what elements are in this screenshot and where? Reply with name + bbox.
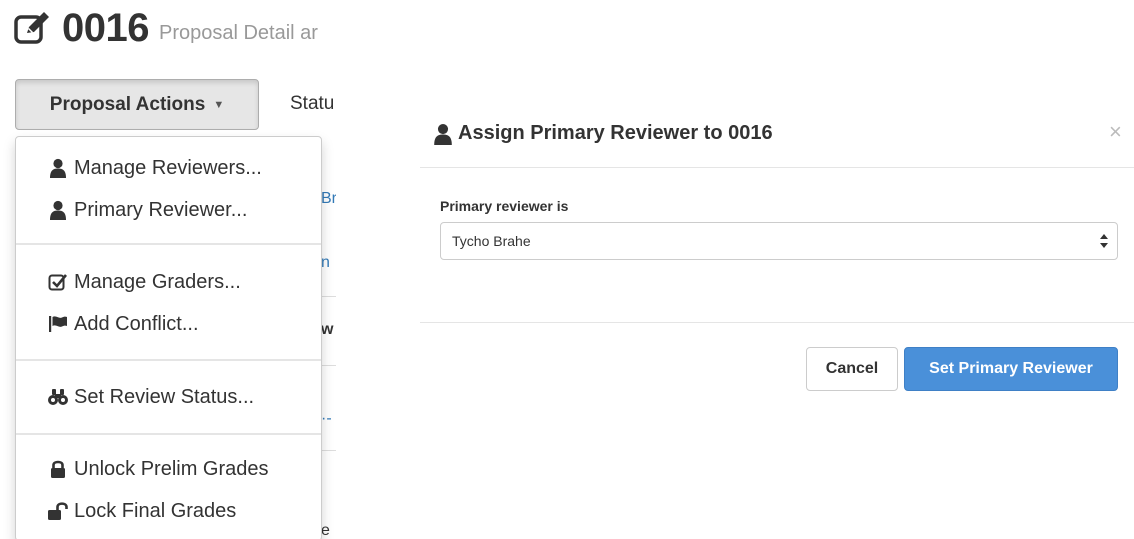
menu-divider [16,359,321,361]
menu-item-label: Unlock Prelim Grades [74,457,269,480]
set-primary-reviewer-button[interactable]: Set Primary Reviewer [904,347,1118,391]
proposal-actions-button[interactable]: Proposal Actions ▼ [15,79,259,130]
modal-footer-divider [420,322,1134,323]
background-table-rule [321,365,336,366]
primary-reviewer-value: Tycho Brahe [452,233,531,249]
lock-icon [47,458,69,480]
binoculars-icon [47,386,69,408]
menu-item-lock-final-grades[interactable]: Lock Final Grades [16,492,321,530]
cancel-button[interactable]: Cancel [806,347,898,391]
menu-item-label: Manage Reviewers... [74,156,262,179]
menu-item-set-review-status[interactable]: Set Review Status... [16,378,321,416]
menu-item-label: Primary Reviewer... [74,198,248,221]
menu-divider [16,433,321,435]
flag-icon [47,313,69,335]
modal-title: Assign Primary Reviewer to 0016 [432,122,773,145]
user-icon [47,199,69,221]
background-link-fragment: ·- [321,410,332,427]
proposal-actions-menu: Manage Reviewers... Primary Reviewer... … [15,136,322,539]
primary-reviewer-label: Primary reviewer is [440,198,569,214]
menu-item-unlock-prelim-grades[interactable]: Unlock Prelim Grades [16,450,321,488]
edit-icon [14,12,49,44]
menu-divider [16,243,321,245]
page-subtitle: Proposal Detail ar [159,22,318,44]
menu-item-add-conflict[interactable]: Add Conflict... [16,305,321,343]
tab-status[interactable]: Statu [290,93,334,115]
modal-header-divider [420,167,1134,168]
menu-item-label: Add Conflict... [74,312,199,335]
close-icon[interactable]: × [1109,121,1122,143]
background-link-fragment: Br [321,190,336,207]
check-square-icon [47,271,69,293]
unlock-icon [47,500,69,522]
proposal-id: 0016 [62,6,149,50]
background-table-rule [321,296,336,297]
menu-item-manage-graders[interactable]: Manage Graders... [16,263,321,301]
modal-title-text: Assign Primary Reviewer to 0016 [458,122,773,144]
select-arrows-icon [1100,234,1108,248]
menu-item-manage-reviewers[interactable]: Manage Reviewers... [16,149,321,187]
primary-reviewer-select[interactable]: Tycho Brahe [440,222,1118,260]
menu-item-label: Manage Graders... [74,270,241,293]
caret-down-icon: ▼ [213,98,225,111]
user-icon [434,123,452,145]
background-link-fragment: n [321,254,330,271]
proposal-page: 0016 Proposal Detail ar Proposal Actions… [0,0,336,539]
menu-item-label: Set Review Status... [74,385,255,408]
menu-item-primary-reviewer[interactable]: Primary Reviewer... [16,191,321,229]
menu-item-label: Lock Final Grades [74,499,237,522]
proposal-actions-label: Proposal Actions [49,93,206,115]
background-text-fragment: e [321,522,330,539]
background-text-fragment: w [321,321,334,338]
assign-reviewer-modal: Assign Primary Reviewer to 0016 × Primar… [420,104,1134,404]
background-table-rule [321,450,336,451]
user-icon [47,157,69,179]
